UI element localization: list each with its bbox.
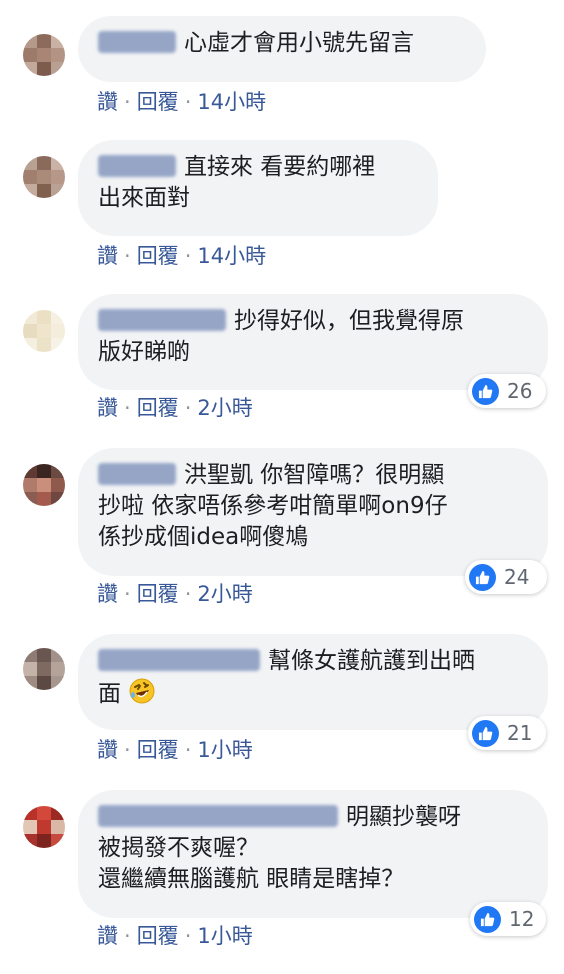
avatar[interactable]: [23, 156, 65, 198]
timestamp[interactable]: 14小時: [197, 244, 266, 268]
reply-link[interactable]: 回覆: [137, 396, 179, 420]
comment-text: 係抄成個idea啊傻鳩: [98, 524, 309, 550]
comment-actions: 讚 · 回覆 · 14小時: [97, 244, 267, 268]
like-link[interactable]: 讚: [97, 396, 118, 420]
comment-bubble: 心虛才會用小號先留言: [78, 16, 486, 82]
timestamp[interactable]: 1小時: [197, 924, 252, 948]
commenter-name[interactable]: [98, 155, 176, 177]
comment-bubble: 直接來 看要約哪裡 出來面對: [78, 140, 438, 236]
comment-text: 出來面對: [98, 185, 190, 211]
comment-actions: 讚 · 回覆 · 2小時: [97, 396, 253, 420]
like-link[interactable]: 讚: [97, 244, 118, 268]
reaction-count[interactable]: 12: [470, 902, 546, 936]
commenter-name[interactable]: [98, 649, 260, 671]
comment-bubble: 明顯抄襲呀 被揭發不爽喔？ 還繼續無腦護航 眼睛是瞎掉？: [78, 790, 548, 918]
timestamp[interactable]: 2小時: [197, 396, 252, 420]
like-link[interactable]: 讚: [97, 582, 118, 606]
avatar[interactable]: [23, 648, 65, 690]
comment-text: 面: [98, 681, 121, 707]
reply-link[interactable]: 回覆: [137, 924, 179, 948]
timestamp[interactable]: 2小時: [197, 582, 252, 606]
like-link[interactable]: 讚: [97, 924, 118, 948]
comment-bubble: 幫條女護航護到出晒 面: [78, 634, 548, 730]
comment-text: 直接來 看要約哪裡: [184, 154, 376, 180]
timestamp[interactable]: 1小時: [197, 738, 252, 762]
commenter-name[interactable]: [98, 463, 176, 485]
commenter-name[interactable]: [98, 309, 226, 331]
like-link[interactable]: 讚: [97, 738, 118, 762]
reply-link[interactable]: 回覆: [137, 582, 179, 606]
comment-actions: 讚 · 回覆 · 1小時: [97, 738, 253, 762]
comment-actions: 讚 · 回覆 · 2小時: [97, 582, 253, 606]
reaction-count[interactable]: 26: [468, 374, 546, 408]
reaction-count[interactable]: 21: [468, 716, 546, 750]
thumbs-up-icon: [472, 377, 499, 405]
thumbs-up-icon: [474, 905, 501, 933]
like-link[interactable]: 讚: [97, 90, 118, 114]
comment-actions: 讚 · 回覆 · 14小時: [97, 90, 267, 114]
comment-bubble: 洪聖凱 你智障嗎？很明顯 抄啦 依家唔係參考咁簡單啊on9仔 係抄成個idea啊…: [78, 448, 548, 576]
avatar[interactable]: [23, 806, 65, 848]
commenter-name[interactable]: [98, 805, 338, 827]
comment-text: 抄得好似，但我覺得原: [234, 308, 464, 334]
comment-text: 抄啦 依家唔係參考咁簡單啊on9仔: [98, 493, 448, 519]
like-count: 21: [507, 721, 533, 745]
like-count: 26: [507, 379, 533, 403]
avatar[interactable]: [23, 464, 65, 506]
like-count: 12: [509, 907, 535, 931]
comment-actions: 讚 · 回覆 · 1小時: [97, 924, 253, 948]
avatar[interactable]: [23, 310, 65, 352]
like-count: 24: [504, 565, 530, 589]
reply-link[interactable]: 回覆: [137, 738, 179, 762]
comment-text: 版好睇啲: [98, 339, 190, 365]
reply-link[interactable]: 回覆: [137, 244, 179, 268]
reply-link[interactable]: 回覆: [137, 90, 179, 114]
comment-text: 幫條女護航護到出晒: [268, 648, 475, 674]
comment-text: 被揭發不爽喔？: [98, 835, 259, 861]
comment-text: 明顯抄襲呀: [346, 804, 461, 830]
commenter-name[interactable]: [98, 31, 176, 53]
comment-text: 還繼續無腦護航 眼睛是瞎掉？: [98, 866, 405, 892]
thumbs-up-icon: [472, 719, 499, 747]
avatar[interactable]: [23, 34, 65, 76]
reaction-count[interactable]: 24: [465, 560, 547, 594]
rofl-emoji: [128, 677, 156, 705]
timestamp[interactable]: 14小時: [197, 90, 266, 114]
comment-text: 心虛才會用小號先留言: [184, 30, 414, 56]
comment-text: 洪聖凱 你智障嗎？很明顯: [184, 462, 445, 488]
thumbs-up-icon: [469, 563, 496, 591]
